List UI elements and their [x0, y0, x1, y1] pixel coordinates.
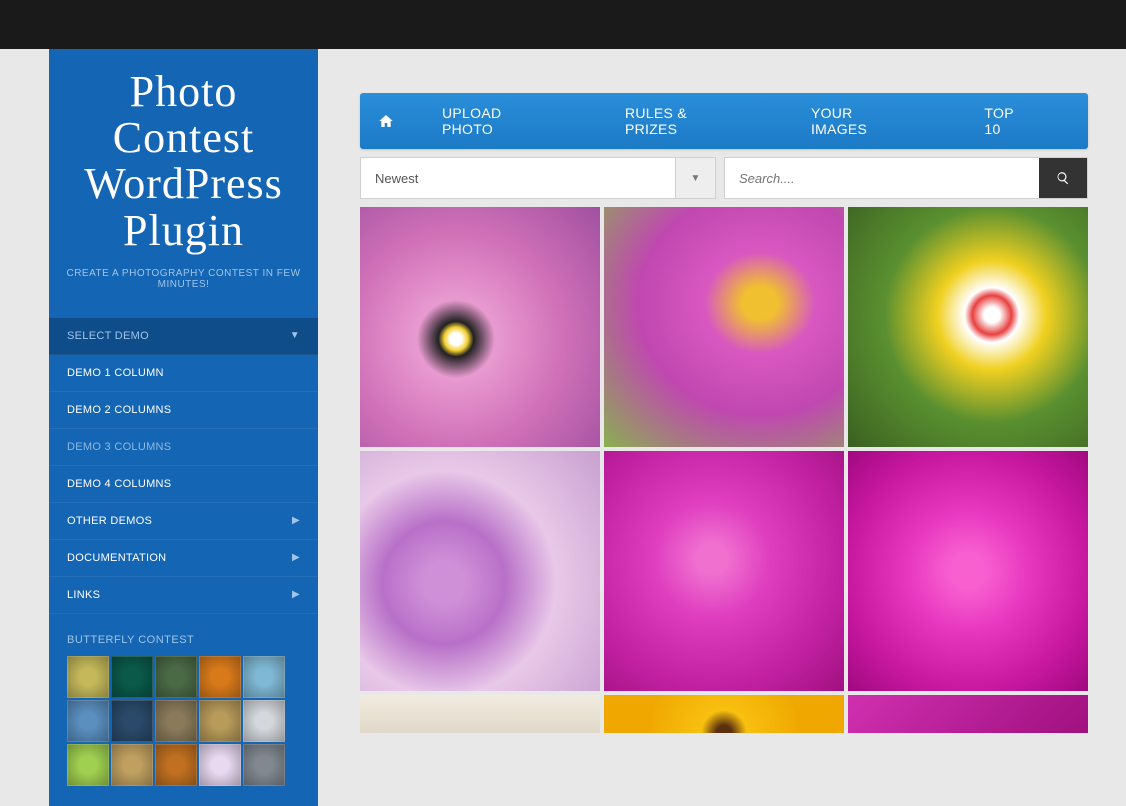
widget-title: BUTTERFLY CONTEST — [49, 614, 318, 656]
sidebar-item-label: DOCUMENTATION — [67, 552, 166, 564]
butterfly-thumb-2[interactable] — [155, 656, 197, 698]
butterfly-thumbs — [49, 656, 318, 806]
search-button[interactable] — [1039, 158, 1087, 198]
sidebar-item-0[interactable]: DEMO 1 COLUMN — [49, 355, 318, 392]
gallery-row-1 — [360, 207, 1088, 447]
butterfly-thumb-12[interactable] — [155, 744, 197, 786]
tagline: CREATE A PHOTOGRAPHY CONTEST IN FEW MINU… — [59, 268, 308, 290]
chevron-right-icon: ▶ — [292, 552, 300, 563]
search-icon — [1056, 171, 1070, 185]
img-white[interactable] — [360, 695, 600, 733]
title-line-1: Photo Contest — [113, 67, 254, 162]
contest-navbar: UPLOAD PHOTO RULES & PRIZES YOUR IMAGES TOP… — [360, 93, 1088, 149]
butterfly-thumb-3[interactable] — [199, 656, 241, 698]
page: Photo Contest WordPress Plugin CREATE A … — [0, 49, 1126, 806]
img-sunflower[interactable] — [604, 695, 844, 733]
main-content: UPLOAD PHOTO RULES & PRIZES YOUR IMAGES TOP… — [318, 49, 1126, 806]
sidebar-item-6[interactable]: LINKS ▶ — [49, 577, 318, 614]
butterfly-thumb-1[interactable] — [111, 656, 153, 698]
img-lavender[interactable] — [360, 451, 600, 691]
sidebar-item-label: DEMO 4 COLUMNS — [67, 478, 171, 490]
search-input[interactable] — [725, 158, 1039, 198]
nav-your-images[interactable]: YOUR IMAGES — [811, 105, 888, 137]
img-tulips[interactable] — [848, 207, 1088, 447]
controls-row: Newest ▼ — [360, 157, 1088, 199]
butterfly-thumb-8[interactable] — [199, 700, 241, 742]
sidebar-item-label: LINKS — [67, 589, 100, 601]
img-rose[interactable] — [848, 451, 1088, 691]
select-demo-label: SELECT DEMO — [67, 330, 149, 342]
sidebar-item-1[interactable]: DEMO 2 COLUMNS — [49, 392, 318, 429]
title-line-2: WordPress Plugin — [84, 159, 283, 254]
butterfly-thumb-4[interactable] — [243, 656, 285, 698]
nav-rules-prizes[interactable]: RULES & PRIZES — [625, 105, 715, 137]
chevron-right-icon: ▶ — [292, 589, 300, 600]
site-title: Photo Contest WordPress Plugin — [59, 69, 308, 254]
chevron-right-icon: ▶ — [292, 515, 300, 526]
gallery-row-3 — [360, 695, 1088, 733]
butterfly-thumb-14[interactable] — [243, 744, 285, 786]
butterfly-thumb-5[interactable] — [67, 700, 109, 742]
caret-down-icon: ▼ — [675, 158, 715, 198]
brand: Photo Contest WordPress Plugin CREATE A … — [49, 49, 318, 300]
sidebar-item-label: OTHER DEMOS — [67, 515, 152, 527]
home-icon[interactable] — [378, 113, 394, 129]
img-magenta[interactable] — [848, 695, 1088, 733]
top-bar — [0, 0, 1126, 49]
nav-top-10[interactable]: TOP 10 — [984, 105, 1022, 137]
search-box — [724, 157, 1088, 199]
butterfly-thumb-6[interactable] — [111, 700, 153, 742]
sidebar-item-label: DEMO 2 COLUMNS — [67, 404, 171, 416]
sidebar-item-2[interactable]: DEMO 3 COLUMNS — [49, 429, 318, 466]
butterfly-thumb-0[interactable] — [67, 656, 109, 698]
img-petal-drops[interactable] — [604, 451, 844, 691]
sidebar-item-label: DEMO 3 COLUMNS — [67, 441, 171, 453]
img-daisy-drops[interactable] — [604, 207, 844, 447]
nav-upload-photo[interactable]: UPLOAD PHOTO — [442, 105, 529, 137]
img-cosmos[interactable] — [360, 207, 600, 447]
sidebar-item-3[interactable]: DEMO 4 COLUMNS — [49, 466, 318, 503]
sidebar-item-4[interactable]: OTHER DEMOS ▶ — [49, 503, 318, 540]
select-demo-header[interactable]: SELECT DEMO ▼ — [49, 318, 318, 355]
sidebar: Photo Contest WordPress Plugin CREATE A … — [49, 49, 318, 806]
sidebar-item-5[interactable]: DOCUMENTATION ▶ — [49, 540, 318, 577]
sort-select[interactable]: Newest ▼ — [360, 157, 716, 199]
butterfly-thumb-11[interactable] — [111, 744, 153, 786]
caret-down-icon: ▼ — [290, 330, 300, 341]
sidebar-menu: SELECT DEMO ▼ DEMO 1 COLUMN DEMO 2 COLUMN… — [49, 318, 318, 614]
butterfly-thumb-7[interactable] — [155, 700, 197, 742]
sidebar-item-label: DEMO 1 COLUMN — [67, 367, 164, 379]
sort-selected: Newest — [361, 158, 675, 198]
butterfly-thumb-13[interactable] — [199, 744, 241, 786]
butterfly-thumb-9[interactable] — [243, 700, 285, 742]
gallery-row-2 — [360, 451, 1088, 691]
butterfly-thumb-10[interactable] — [67, 744, 109, 786]
